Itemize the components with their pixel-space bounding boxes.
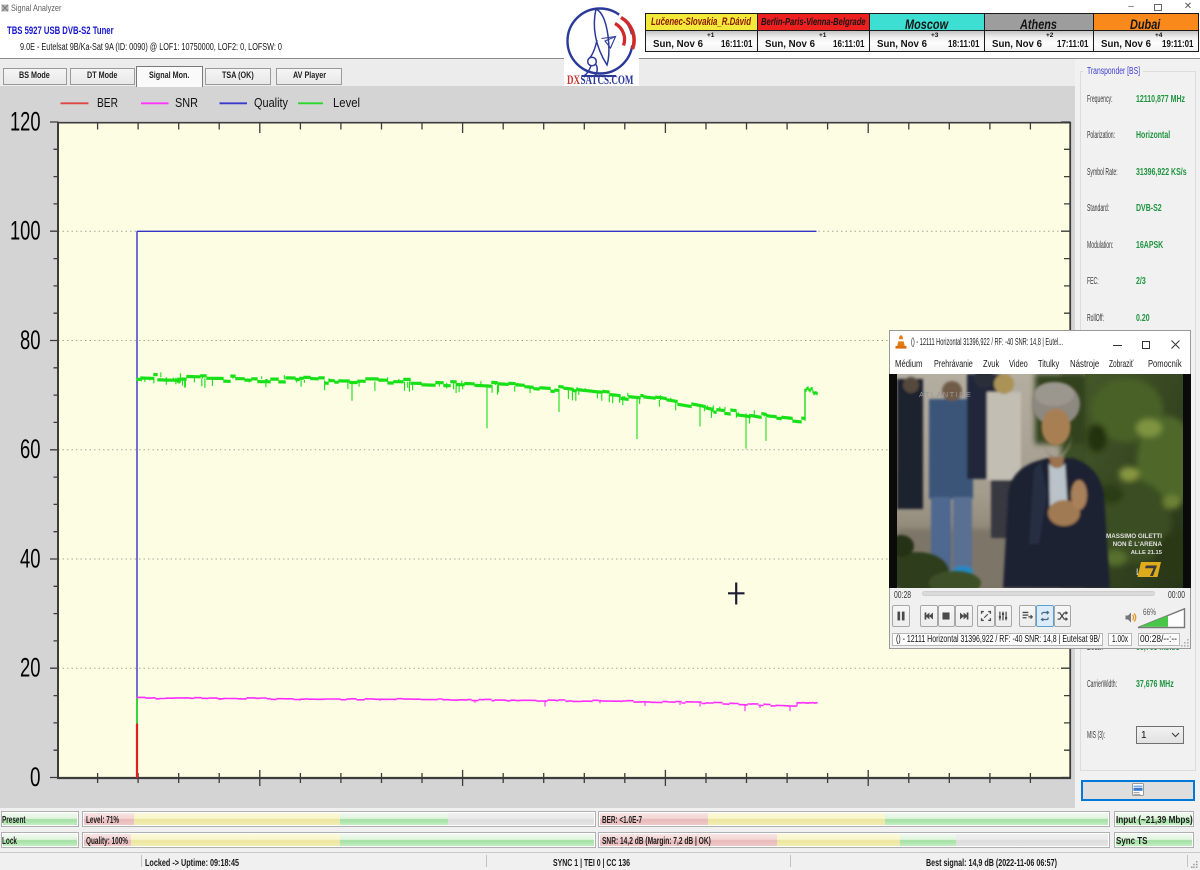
svg-text:120: 120 bbox=[10, 106, 41, 136]
svg-text:20: 20 bbox=[20, 653, 41, 683]
svg-text:NON È L'ARENA: NON È L'ARENA bbox=[1113, 539, 1163, 548]
svg-text:80: 80 bbox=[20, 325, 41, 355]
svg-text:0: 0 bbox=[30, 762, 41, 792]
svg-text:Level: Level bbox=[333, 95, 360, 110]
svg-text:100: 100 bbox=[10, 216, 41, 246]
svg-text:ATLANTIDE: ATLANTIDE bbox=[919, 390, 972, 399]
svg-text:MASSIMO GILETTI: MASSIMO GILETTI bbox=[1106, 533, 1162, 540]
svg-text:40: 40 bbox=[20, 543, 41, 573]
svg-text:SATCS.COM: SATCS.COM bbox=[581, 72, 634, 86]
svg-text:60: 60 bbox=[20, 434, 41, 464]
svg-text:DX: DX bbox=[567, 72, 580, 86]
svg-text:ALLE 21.15: ALLE 21.15 bbox=[1131, 550, 1163, 556]
svg-text:Quality: Quality bbox=[254, 95, 288, 110]
svg-text:SNR: SNR bbox=[175, 95, 198, 110]
svg-text:BER: BER bbox=[97, 95, 118, 110]
